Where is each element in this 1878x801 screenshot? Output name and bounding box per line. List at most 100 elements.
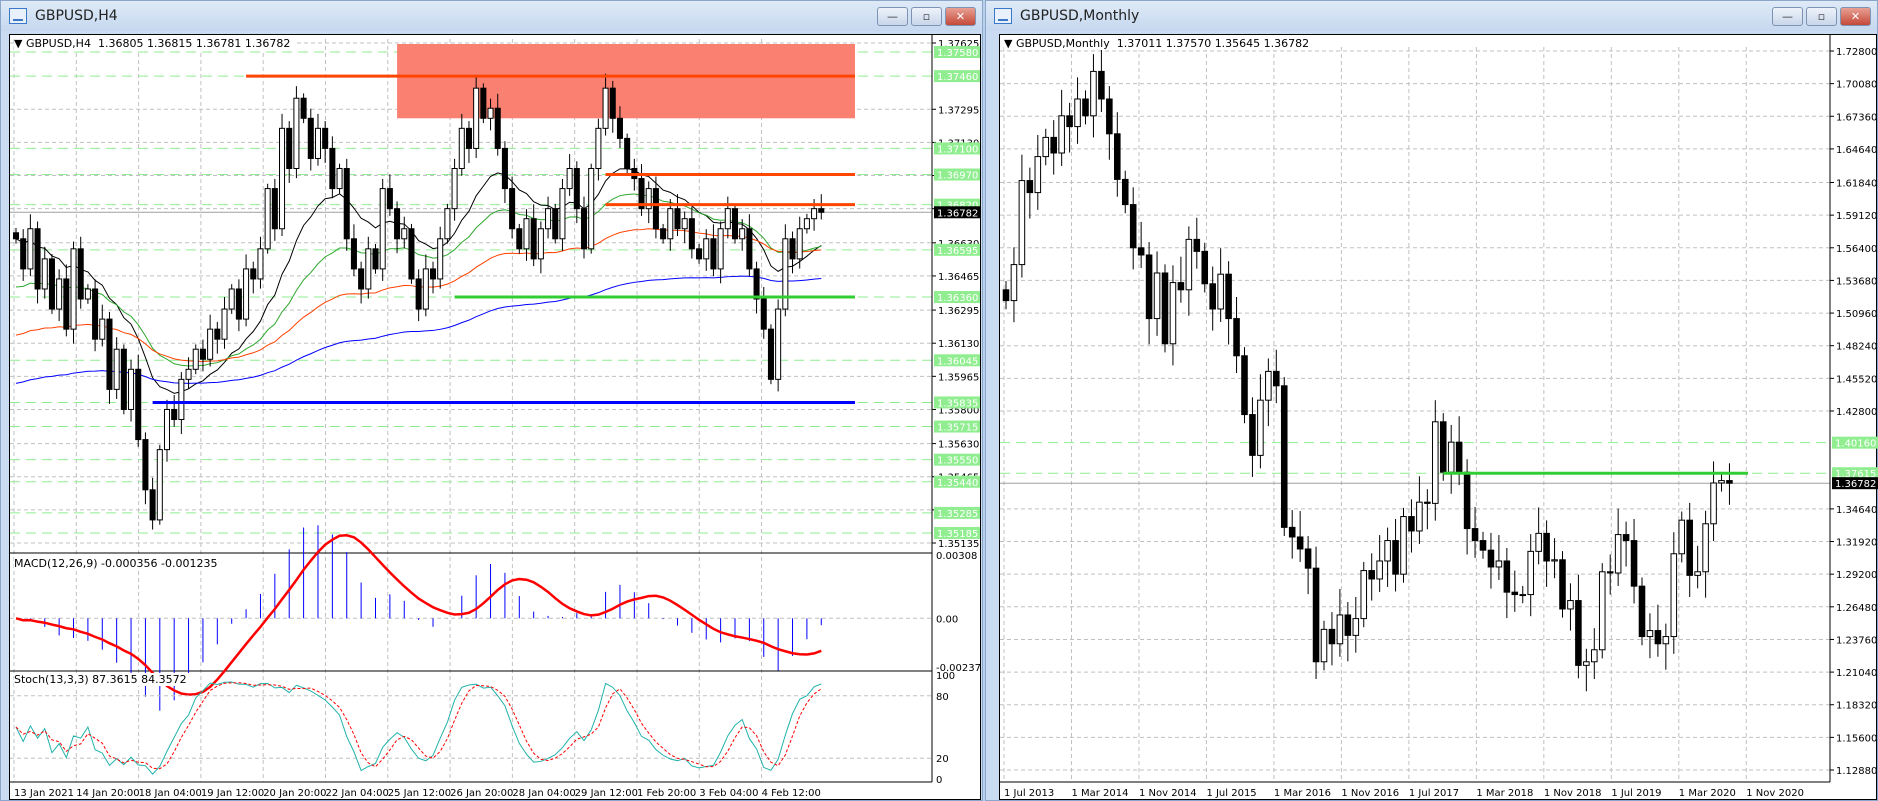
bull-candle bbox=[1169, 282, 1177, 345]
stoch-axis-label: 80 bbox=[936, 692, 949, 703]
bull-candle bbox=[178, 378, 185, 421]
bear-candle bbox=[509, 188, 516, 230]
bull-candle bbox=[293, 97, 300, 170]
bull-candle bbox=[559, 188, 566, 240]
bear-candle bbox=[1304, 548, 1312, 569]
bear-candle bbox=[660, 228, 667, 240]
bear-candle bbox=[1193, 238, 1201, 252]
bear-candle bbox=[1050, 136, 1057, 154]
bear-candle bbox=[1209, 283, 1216, 310]
minimize-button[interactable]: — bbox=[877, 7, 908, 26]
price-tick-label: 1.42800 bbox=[1836, 407, 1877, 418]
restore-button[interactable]: ▫ bbox=[1806, 7, 1837, 26]
price-tick-label: 1.36465 bbox=[938, 272, 979, 283]
bull-candle bbox=[1519, 594, 1527, 597]
level-label: 1.37460 bbox=[937, 72, 978, 83]
bear-candle bbox=[1543, 532, 1550, 562]
bull-candle bbox=[703, 238, 710, 260]
bear-candle bbox=[307, 117, 314, 159]
bear-candle bbox=[1654, 630, 1662, 645]
minimize-button[interactable]: — bbox=[1772, 7, 1803, 26]
bear-candle bbox=[1249, 414, 1256, 456]
price-tick-label: 1.37295 bbox=[938, 105, 979, 116]
bull-candle bbox=[243, 268, 250, 320]
bull-candle bbox=[1320, 628, 1328, 663]
monthly-window-titlebar[interactable]: GBPUSD,Monthly — ▫ ✕ bbox=[986, 1, 1877, 31]
bull-candle bbox=[221, 308, 228, 340]
price-tick-label: 1.12880 bbox=[1836, 766, 1877, 777]
bear-candle bbox=[1225, 273, 1232, 320]
h4-symbol: GBPUSD,H4 bbox=[25, 37, 91, 50]
bear-candle bbox=[322, 127, 329, 149]
price-tick-label: 1.48240 bbox=[1836, 342, 1877, 353]
h4-window-titlebar[interactable]: GBPUSD,H4 — ▫ ✕ bbox=[1, 1, 982, 31]
bull-candle bbox=[1702, 523, 1709, 573]
time-axis-label: 29 Jan 12:00 bbox=[575, 788, 638, 799]
bull-candle bbox=[56, 278, 63, 310]
monthly-chart[interactable]: 1.72800 1.70080 1.67360 1.64640 1.61840 1.591… bbox=[999, 34, 1878, 801]
bear-candle bbox=[1145, 254, 1153, 320]
bear-candle bbox=[516, 228, 523, 250]
h4-chart-canvas[interactable]: 1.376251.372951.371301.369651.368001.366… bbox=[10, 35, 982, 801]
bull-candle bbox=[681, 218, 688, 230]
monthly-chart-canvas[interactable]: 1.72800 1.70080 1.67360 1.64640 1.61840 1.591… bbox=[1000, 35, 1878, 801]
bear-candle bbox=[731, 208, 739, 240]
bear-candle bbox=[1392, 540, 1399, 575]
bull-candle bbox=[1058, 115, 1065, 154]
monthly-chart-header: ▼ GBPUSD,Monthly 1.37011 1.37570 1.35645… bbox=[1004, 37, 1314, 50]
bear-candle bbox=[710, 238, 717, 270]
bear-candle bbox=[199, 348, 206, 360]
bear-candle bbox=[48, 258, 55, 310]
close-button[interactable]: ✕ bbox=[945, 7, 976, 26]
bull-candle bbox=[667, 208, 674, 240]
bear-candle bbox=[753, 268, 760, 300]
time-axis-label: 1 Mar 2016 bbox=[1274, 788, 1331, 799]
bear-candle bbox=[34, 228, 41, 290]
bull-candle bbox=[156, 449, 163, 521]
bull-candle bbox=[1376, 560, 1383, 580]
level-label: 1.36595 bbox=[937, 246, 978, 257]
h4-chart-window: GBPUSD,H4 — ▫ ✕ 1.376251.372951.371301.3… bbox=[0, 0, 983, 801]
level-label: 1.40160 bbox=[1835, 439, 1876, 450]
current-price-label: 1.36782 bbox=[937, 208, 978, 219]
macd-label: MACD(12,26,9) -0.000356 -0.001235 bbox=[14, 557, 222, 570]
bear-candle bbox=[415, 278, 422, 310]
bear-candle bbox=[300, 97, 307, 119]
bull-candle bbox=[1217, 273, 1224, 310]
time-axis-label: 20 Jan 20:00 bbox=[263, 788, 326, 799]
bull-candle bbox=[1710, 482, 1717, 525]
bull-candle bbox=[782, 238, 789, 310]
bull-candle bbox=[473, 87, 480, 149]
time-axis-label: 25 Jan 12:00 bbox=[388, 788, 451, 799]
bear-candle bbox=[286, 127, 293, 170]
bear-candle bbox=[1066, 115, 1073, 128]
bear-candle bbox=[329, 147, 336, 190]
price-tick-label: 1.70080 bbox=[1836, 80, 1877, 91]
bull-candle bbox=[1670, 553, 1678, 638]
bull-candle bbox=[1527, 550, 1534, 596]
time-axis-label: 1 Nov 2016 bbox=[1341, 788, 1399, 799]
bear-candle bbox=[92, 288, 99, 340]
bear-candle bbox=[573, 168, 580, 210]
time-axis-label: 18 Jan 04:00 bbox=[139, 788, 202, 799]
bear-candle bbox=[1233, 318, 1240, 357]
bear-candle bbox=[386, 188, 393, 210]
bear-candle bbox=[1344, 614, 1352, 636]
close-button[interactable]: ✕ bbox=[1840, 7, 1871, 26]
bear-candle bbox=[1137, 247, 1145, 256]
bull-candle bbox=[84, 288, 91, 300]
bull-candle bbox=[70, 248, 77, 330]
price-tick-label: 1.59120 bbox=[1836, 211, 1877, 222]
bull-candle bbox=[739, 228, 746, 240]
bull-candle bbox=[458, 127, 465, 170]
restore-button[interactable]: ▫ bbox=[911, 7, 942, 26]
bull-candle bbox=[379, 188, 386, 270]
time-axis-label: 1 Jul 2015 bbox=[1206, 788, 1256, 799]
price-tick-label: 1.61840 bbox=[1836, 179, 1877, 190]
bear-candle bbox=[135, 368, 142, 441]
h4-chart[interactable]: 1.376251.372951.371301.369651.368001.366… bbox=[9, 34, 981, 800]
time-axis-label: 1 Jul 2013 bbox=[1004, 788, 1054, 799]
bull-candle bbox=[1551, 559, 1558, 562]
bear-candle bbox=[1630, 540, 1638, 587]
bull-candle bbox=[314, 127, 321, 159]
